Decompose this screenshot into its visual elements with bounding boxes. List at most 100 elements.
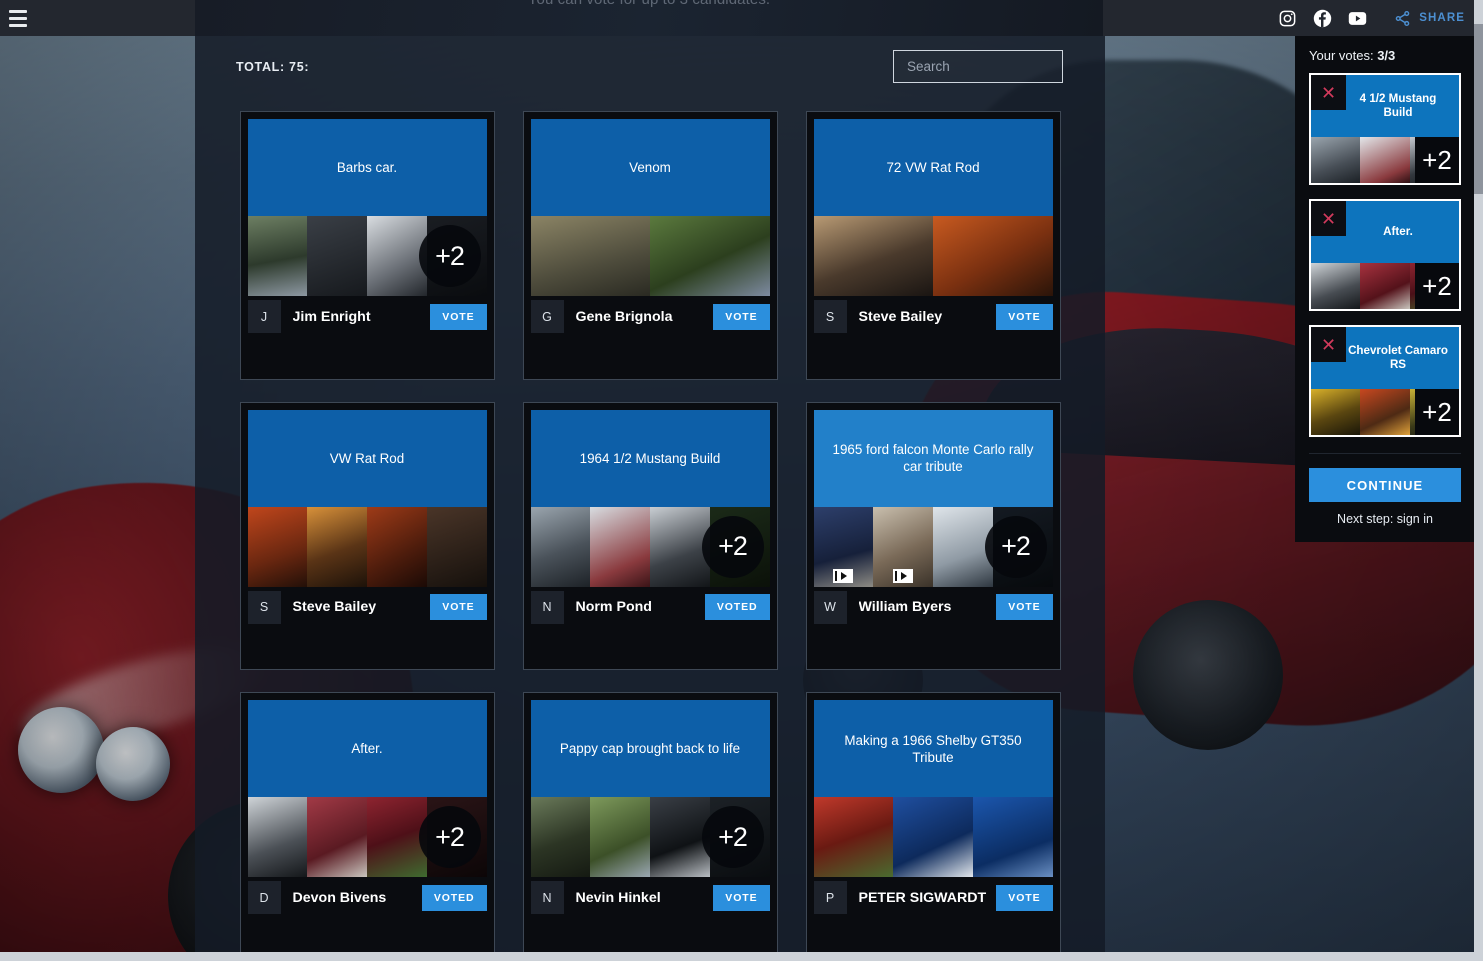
facebook-icon[interactable] <box>1313 9 1332 28</box>
instagram-icon[interactable] <box>1278 9 1297 28</box>
candidate-thumbnails[interactable] <box>813 216 1053 296</box>
thumbnail[interactable] <box>813 216 933 296</box>
thumbnail <box>1360 263 1410 309</box>
more-photos-badge: +2 <box>701 515 764 578</box>
horizontal-scrollbar[interactable] <box>0 952 1483 961</box>
candidate-author: Gene Brignola <box>575 308 673 325</box>
thumbnail[interactable] <box>247 797 308 878</box>
thumbnail <box>1360 389 1410 435</box>
voted-button[interactable]: VOTED <box>704 594 770 621</box>
vote-button[interactable]: VOTE <box>996 303 1053 330</box>
candidate-card[interactable]: 72 VW Rat Rod S Steve Bailey VOTE <box>805 111 1061 380</box>
thumbnail[interactable] <box>972 797 1053 878</box>
hamburger-icon[interactable] <box>0 0 36 36</box>
vertical-scrollbar-thumb[interactable] <box>1474 24 1483 194</box>
thumbnail-photo <box>530 797 591 878</box>
close-icon[interactable]: ✕ <box>1311 327 1346 362</box>
candidate-title: Pappy cap brought back to life <box>559 741 741 757</box>
continue-button[interactable]: CONTINUE <box>1309 468 1461 502</box>
candidate-footer: P PETER SIGWARDT VOTE <box>813 877 1053 919</box>
thumbnail-photo <box>1360 263 1410 309</box>
candidate-title: After. <box>351 741 383 757</box>
share-icon <box>1393 9 1412 28</box>
thumbnail[interactable] <box>813 506 874 587</box>
share-label: SHARE <box>1419 12 1465 24</box>
selected-vote-card[interactable]: After. ✕ +2 <box>1309 199 1461 311</box>
candidate-thumbnails[interactable] <box>813 797 1053 878</box>
candidate-author: PETER SIGWARDT <box>858 889 987 906</box>
selected-vote-card[interactable]: Chevrolet Camaro RS ✕ +2 <box>1309 325 1461 437</box>
close-icon[interactable]: ✕ <box>1311 201 1346 236</box>
vote-button[interactable]: VOTE <box>430 594 487 621</box>
more-photos-badge: +2 <box>1415 137 1459 183</box>
candidate-thumbnails[interactable]: +2 <box>530 506 770 587</box>
thumbnail[interactable] <box>247 216 308 296</box>
vote-button[interactable]: VOTE <box>996 594 1053 621</box>
thumbnail[interactable] <box>893 797 973 878</box>
thumbnail[interactable] <box>650 216 770 296</box>
selected-vote-card[interactable]: 4 1/2 Mustang Build ✕ +2 <box>1309 73 1461 185</box>
avatar: D <box>247 881 281 915</box>
close-icon[interactable]: ✕ <box>1311 75 1346 110</box>
thumbnail-photo <box>426 506 487 587</box>
thumbnail-photo <box>1360 389 1410 435</box>
thumbnail[interactable] <box>813 797 894 878</box>
candidate-title-panel: After. <box>247 700 487 798</box>
thumbnail[interactable] <box>307 216 367 296</box>
thumbnail[interactable] <box>367 506 427 587</box>
thumbnail[interactable] <box>530 797 591 878</box>
candidate-card[interactable]: VW Rat Rod S Steve Bailey VOTE <box>239 401 495 671</box>
thumbnail-photo <box>933 216 1053 296</box>
content-header: TOTAL: 75: <box>195 36 1105 104</box>
vote-button[interactable]: VOTE <box>996 884 1053 911</box>
thumbnail[interactable] <box>307 506 367 587</box>
thumbnail[interactable] <box>933 216 1053 296</box>
search-input[interactable] <box>893 50 1063 83</box>
thumbnail[interactable] <box>530 216 650 296</box>
thumbnail <box>1311 263 1361 309</box>
vote-button[interactable]: VOTE <box>713 303 770 330</box>
candidate-thumbnails[interactable] <box>247 506 487 587</box>
thumbnail[interactable] <box>307 797 367 878</box>
voted-button[interactable]: VOTED <box>421 884 487 911</box>
thumbnail[interactable] <box>873 506 933 587</box>
candidate-title: 1964 1/2 Mustang Build <box>579 450 721 466</box>
candidate-footer: S Steve Bailey VOTE <box>247 586 487 628</box>
candidate-thumbnails[interactable]: +2 <box>813 506 1053 587</box>
candidate-thumbnails[interactable]: +2 <box>247 797 487 878</box>
candidate-author: William Byers <box>858 599 952 616</box>
candidate-card[interactable]: 1965 ford falcon Monte Carlo rally car t… <box>805 401 1061 671</box>
candidate-footer: N Nevin Hinkel VOTE <box>530 877 770 919</box>
candidate-card[interactable]: Making a 1966 Shelby GT350 Tribute P PETER… <box>805 692 1061 961</box>
thumbnail-photo <box>1360 137 1410 183</box>
candidate-card[interactable]: Pappy cap brought back to life +2 N Nevin H… <box>522 692 778 961</box>
total-count-label: TOTAL: 75: <box>236 60 310 74</box>
candidate-author: Nevin Hinkel <box>575 889 661 906</box>
thumbnail-photo <box>1311 263 1361 309</box>
candidate-thumbnails[interactable] <box>530 216 770 296</box>
candidate-card[interactable]: 1964 1/2 Mustang Build +2 N Norm Pond VOTED <box>522 401 778 671</box>
candidate-card[interactable]: Barbs car. +2 J Jim Enright VOTE <box>239 111 495 380</box>
candidate-grid: Barbs car. +2 J Jim Enright VOTE Venom G Gene B… <box>195 104 1105 961</box>
thumbnail[interactable] <box>530 506 591 587</box>
candidate-title-panel: Barbs car. <box>247 119 487 216</box>
vote-button[interactable]: VOTE <box>430 303 487 330</box>
candidate-title-panel: Making a 1966 Shelby GT350 Tribute <box>813 700 1053 798</box>
avatar: W <box>813 590 847 624</box>
candidate-card[interactable]: Venom G Gene Brignola VOTE <box>522 111 778 380</box>
candidate-card[interactable]: After. +2 D Devon Bivens VOTED <box>239 692 495 961</box>
vote-button[interactable]: VOTE <box>713 884 770 911</box>
candidate-thumbnails[interactable]: +2 <box>247 216 487 296</box>
youtube-icon[interactable] <box>1348 9 1367 28</box>
candidate-thumbnails[interactable]: +2 <box>530 797 770 878</box>
thumbnail[interactable] <box>590 506 650 587</box>
thumbnail[interactable] <box>426 506 487 587</box>
share-button[interactable]: SHARE <box>1393 9 1465 28</box>
candidate-title: Making a 1966 Shelby GT350 Tribute <box>844 732 1022 765</box>
thumbnail[interactable] <box>590 797 650 878</box>
thumbnail[interactable] <box>247 506 308 587</box>
more-photos-badge: +2 <box>418 225 481 287</box>
avatar: N <box>530 881 564 915</box>
candidate-title: Barbs car. <box>336 159 398 175</box>
vertical-scrollbar[interactable] <box>1474 0 1483 961</box>
